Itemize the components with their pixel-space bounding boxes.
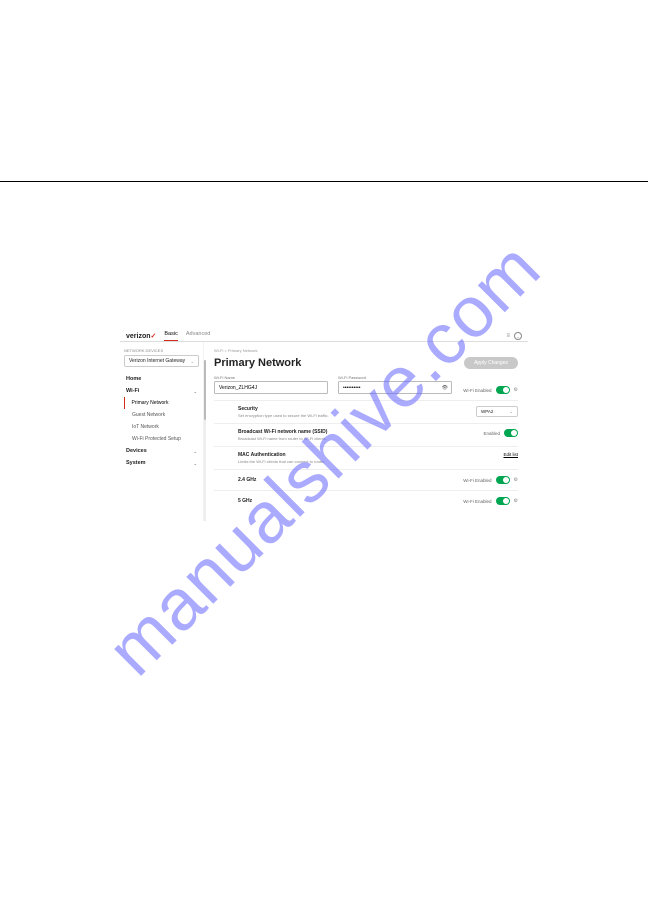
band-5-label: 5 GHz — [238, 498, 462, 504]
eye-icon[interactable]: 👁 — [442, 385, 448, 391]
band-24-status: Wi-Fi Enabled — [463, 478, 491, 483]
sidebar-item-iot-network[interactable]: IoT Network — [124, 421, 199, 433]
gear-icon[interactable]: ⚙ — [514, 387, 518, 393]
top-bar: verizon✓ Basic Advanced ≡ ⌄ — [120, 328, 528, 342]
wifi-password-label: Wi-Fi Password — [338, 375, 452, 380]
sidebar-item-system[interactable]: System ⌄ — [124, 457, 199, 469]
wifi-enabled-label: Wi-Fi Enabled — [463, 388, 491, 393]
security-select[interactable]: WPA2 ⌄ — [476, 406, 518, 417]
chevron-down-icon: ⌄ — [194, 389, 197, 394]
page-title: Primary Network — [214, 357, 301, 369]
band-24-label: 2.4 GHz — [238, 477, 462, 483]
mac-auth-desc: Limits the Wi-Fi clients that can connec… — [238, 459, 454, 464]
sidebar: NETWORK DEVICES Verizon Internet Gateway… — [120, 342, 204, 521]
broadcast-toggle[interactable] — [504, 429, 518, 437]
top-tabs: Basic Advanced — [164, 331, 210, 341]
broadcast-status: Enabled — [483, 431, 500, 436]
tab-advanced[interactable]: Advanced — [186, 331, 210, 341]
sidebar-item-label: Wi-Fi — [126, 388, 139, 394]
band-5-status: Wi-Fi Enabled — [463, 499, 491, 504]
security-title: Security — [238, 406, 454, 412]
user-icon[interactable]: ⌄ — [514, 332, 522, 340]
scrollbar-thumb[interactable] — [204, 360, 206, 420]
chevron-down-icon: ⌄ — [510, 409, 513, 414]
sidebar-item-guest-network[interactable]: Guest Network — [124, 409, 199, 421]
wifi-name-label: Wi-Fi Name — [214, 375, 328, 380]
top-right-icons: ≡ ⌄ — [506, 332, 522, 340]
sidebar-item-wifi[interactable]: Wi-Fi ⌄ — [124, 385, 199, 397]
logo-check-icon: ✓ — [151, 333, 157, 340]
router-admin-app: verizon✓ Basic Advanced ≡ ⌄ NETWORK DEVI… — [120, 328, 528, 521]
chevron-down-icon: ⌄ — [191, 359, 194, 364]
sidebar-item-primary-network[interactable]: Primary Network — [124, 397, 199, 409]
broadcast-desc: Broadcast Wi-Fi name from router to Wi-F… — [238, 436, 454, 441]
logo-text: verizon — [126, 333, 151, 340]
sidebar-item-label: System — [126, 460, 146, 466]
mac-auth-edit-link[interactable]: Edit list — [503, 452, 518, 457]
verizon-logo: verizon✓ — [126, 332, 156, 340]
gear-icon[interactable]: ⚙ — [514, 477, 518, 483]
network-devices-label: NETWORK DEVICES — [124, 348, 199, 353]
band-24-toggle[interactable] — [496, 476, 510, 484]
gear-icon[interactable]: ⚙ — [514, 498, 518, 504]
scrollbar-track — [204, 360, 206, 521]
band-5-toggle[interactable] — [496, 497, 510, 505]
wifi-enabled-toggle[interactable] — [496, 386, 510, 394]
apply-changes-button[interactable]: Apply Changes — [464, 357, 518, 369]
gateway-select-value: Verizon Internet Gateway — [129, 358, 185, 364]
wifi-name-input[interactable] — [214, 381, 328, 394]
main-content: Wi-Fi > Primary Network Primary Network … — [204, 342, 528, 521]
mac-auth-title: MAC Authentication — [238, 452, 454, 458]
sidebar-item-devices[interactable]: Devices ⌄ — [124, 445, 199, 457]
wifi-password-input[interactable] — [338, 381, 452, 394]
security-select-value: WPA2 — [481, 409, 493, 414]
chevron-down-icon: ⌄ — [194, 449, 197, 454]
chevron-down-icon: ⌄ — [194, 461, 197, 466]
gateway-select[interactable]: Verizon Internet Gateway ⌄ — [124, 355, 199, 367]
tab-basic[interactable]: Basic — [164, 331, 177, 341]
sidebar-item-home[interactable]: Home — [124, 373, 199, 385]
sidebar-item-wps[interactable]: Wi-Fi Protected Setup — [124, 433, 199, 445]
breadcrumb: Wi-Fi > Primary Network — [214, 348, 518, 353]
sidebar-item-label: Devices — [126, 448, 147, 454]
security-desc: Set encryption type used to secure the W… — [238, 413, 454, 418]
menu-icon[interactable]: ≡ — [506, 333, 510, 339]
broadcast-title: Broadcast Wi-Fi network name (SSID) — [238, 429, 454, 435]
